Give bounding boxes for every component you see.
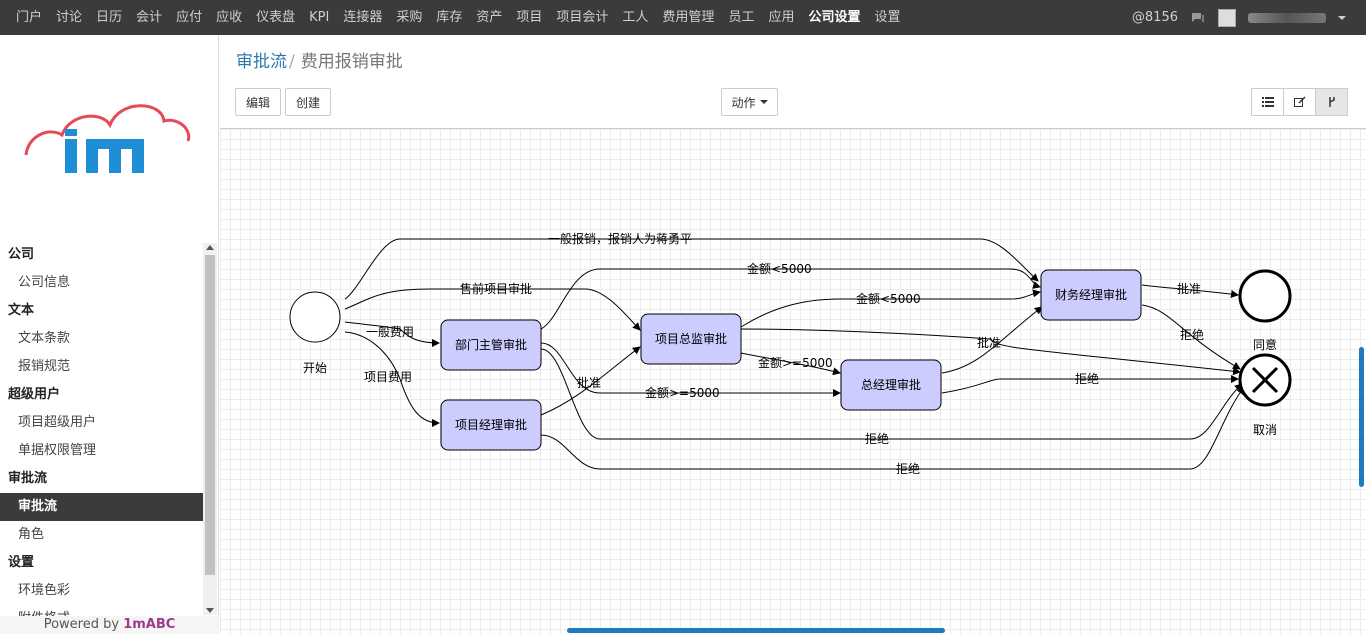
sidebar-scrollbar[interactable] [203,243,217,615]
list-view-button[interactable] [1251,88,1284,116]
canvas-vertical-scrollbar[interactable] [1359,347,1364,487]
action-dropdown[interactable]: 动作 [721,88,778,116]
sidebar: 公司 公司信息 文本 文本条款 报销规范 超级用户 项目超级用户 单据权限管理 审批流 审批流 角色… [0,35,219,634]
sidebar-item[interactable]: 环境色彩 [0,577,203,605]
workflow-diagram: 开始 部门主管审批 项目经理审批 项目总监审批 总经理审批 财务经理审批 同意 … [289,231,1292,476]
mention-counter[interactable]: @8156 [1132,10,1178,25]
edit-button[interactable]: 编辑 [235,88,281,116]
sidebar-item[interactable]: 附件格式 [0,605,203,616]
navbar-right: @8156 [1132,0,1346,35]
sidebar-item[interactable]: 项目超级用户 [0,409,203,437]
sidebar-group-header: 超级用户 [8,387,61,402]
chevron-down-icon[interactable] [1338,15,1346,20]
sidebar-item[interactable]: 公司信息 [0,269,203,297]
avatar[interactable] [1218,8,1236,27]
topnav-item[interactable]: 资产 [476,0,502,35]
edge-label: 售前项目审批 [460,281,532,296]
general-manager-label: 总经理审批 [861,377,921,392]
start-node[interactable] [289,291,341,343]
start-label: 开始 [303,361,327,375]
sidebar-group-header: 公司 [8,247,35,262]
topnav-item[interactable]: 会计 [136,0,162,35]
company-logo [24,104,191,173]
edge-label: 金额>=5000 [758,355,833,370]
sidebar-group-header: 设置 [8,555,35,570]
edge-label: 拒绝 [865,431,889,446]
scroll-down-icon[interactable] [206,608,214,613]
powered-brand[interactable]: 1mABC [123,617,175,632]
topnav-item[interactable]: 费用管理 [662,0,714,35]
chat-icon[interactable] [1190,11,1206,25]
app-menu: 门户 讨论 日历 会计 应付 应收 仪表盘 KPI 连接器 采购 库存 资产 项目 项目会计 工人 费用管理员… [16,0,915,35]
user-name-redacted[interactable] [1248,12,1326,23]
topnav-item[interactable]: 采购 [396,0,422,35]
sidebar-item[interactable]: 角色 [0,521,203,549]
powered-prefix: Powered by [43,617,124,632]
topnav-item[interactable]: 应用 [768,0,794,35]
edge-label: 拒绝 [1180,327,1204,342]
topnav-item[interactable]: 员工 [728,0,754,35]
form-view-icon [1293,96,1306,107]
topnav-item[interactable]: 仪表盘 [256,0,295,35]
edge-label: 一般费用 [366,324,414,339]
sidebar-item[interactable]: 单据权限管理 [0,437,203,465]
topnav-item[interactable]: 讨论 [56,0,82,35]
topnav-item[interactable]: 工人 [622,0,648,35]
sidebar-group-header: 审批流 [8,471,48,486]
topnav-item[interactable]: 项目会计 [556,0,608,35]
edge-label: 批准 [577,375,601,390]
breadcrumb: 审批流 / 费用报销审批 [236,47,403,72]
form-view-button[interactable] [1283,88,1316,116]
canvas-horizontal-scrollbar[interactable] [567,628,945,633]
chevron-down-icon [759,100,768,104]
topnav-item[interactable]: 门户 [16,0,42,35]
top-navbar: 门户 讨论 日历 会计 应付 应收 仪表盘 KPI 连接器 采购 库存 资产 项目 项目会计 工人 费用管理员… [0,0,1366,35]
cancel-label: 取消 [1253,423,1277,437]
topnav-item[interactable]: 应收 [216,0,242,35]
edge-label: 金额<5000 [856,291,921,306]
diagram-view-icon [1328,97,1335,107]
list-view-icon [1261,97,1274,107]
sidebar-item[interactable]: 审批流 [0,493,203,521]
topnav-item[interactable]: 日历 [96,0,122,35]
sidebar-menu: 公司 公司信息 文本 文本条款 报销规范 超级用户 项目超级用户 单据权限管理 审批流 审批流 角色… [0,241,203,616]
page-title: 费用报销审批 [300,52,403,72]
workflow-canvas[interactable]: 开始 部门主管审批 项目经理审批 项目总监审批 总经理审批 财务经理审批 同意 … [220,128,1366,634]
project-manager-label: 项目经理审批 [455,417,527,432]
topnav-item[interactable]: 公司设置 [808,0,860,35]
sidebar-item[interactable]: 文本条款 [0,325,203,353]
topnav-item[interactable]: 应付 [176,0,202,35]
agree-end-node[interactable] [1238,269,1292,323]
edge-label: 批准 [1177,281,1201,296]
scrollbar-thumb[interactable] [205,255,215,575]
topnav-item[interactable]: KPI [309,0,329,35]
finance-manager-label: 财务经理审批 [1055,287,1127,302]
edge-label: 拒绝 [896,461,920,476]
edge-label: 拒绝 [1075,371,1099,386]
powered-by: Powered by 1mABC [0,616,219,634]
action-label: 动作 [731,95,756,110]
agree-label: 同意 [1253,337,1277,352]
breadcrumb-separator: / [289,52,295,72]
sidebar-item[interactable]: 报销规范 [0,353,203,381]
scroll-up-icon[interactable] [206,245,214,250]
edge-label: 项目费用 [364,370,412,384]
main-content: 审批流 / 费用报销审批 编辑 创建 动作 开始 部门主管审批 项目经理审批 项… [220,35,1366,634]
diagram-view-button[interactable] [1315,88,1348,116]
dept-manager-label: 部门主管审批 [455,337,527,352]
project-director-label: 项目总监审批 [655,331,727,346]
topnav-item[interactable]: 设置 [874,0,900,35]
edge-label: 金额<5000 [747,261,812,276]
edge-label: 批准 [977,335,1001,350]
edge-label: 一般报销，报销人为蒋勇平 [548,231,692,246]
topnav-item[interactable]: 项目 [516,0,542,35]
edge-label: 金额>=5000 [645,385,720,400]
sidebar-group-header: 文本 [8,303,35,318]
topnav-item[interactable]: 连接器 [343,0,382,35]
create-button[interactable]: 创建 [285,88,331,116]
view-switcher [1251,88,1348,116]
topnav-item[interactable]: 库存 [436,0,462,35]
breadcrumb-parent-link[interactable]: 审批流 [236,52,287,72]
